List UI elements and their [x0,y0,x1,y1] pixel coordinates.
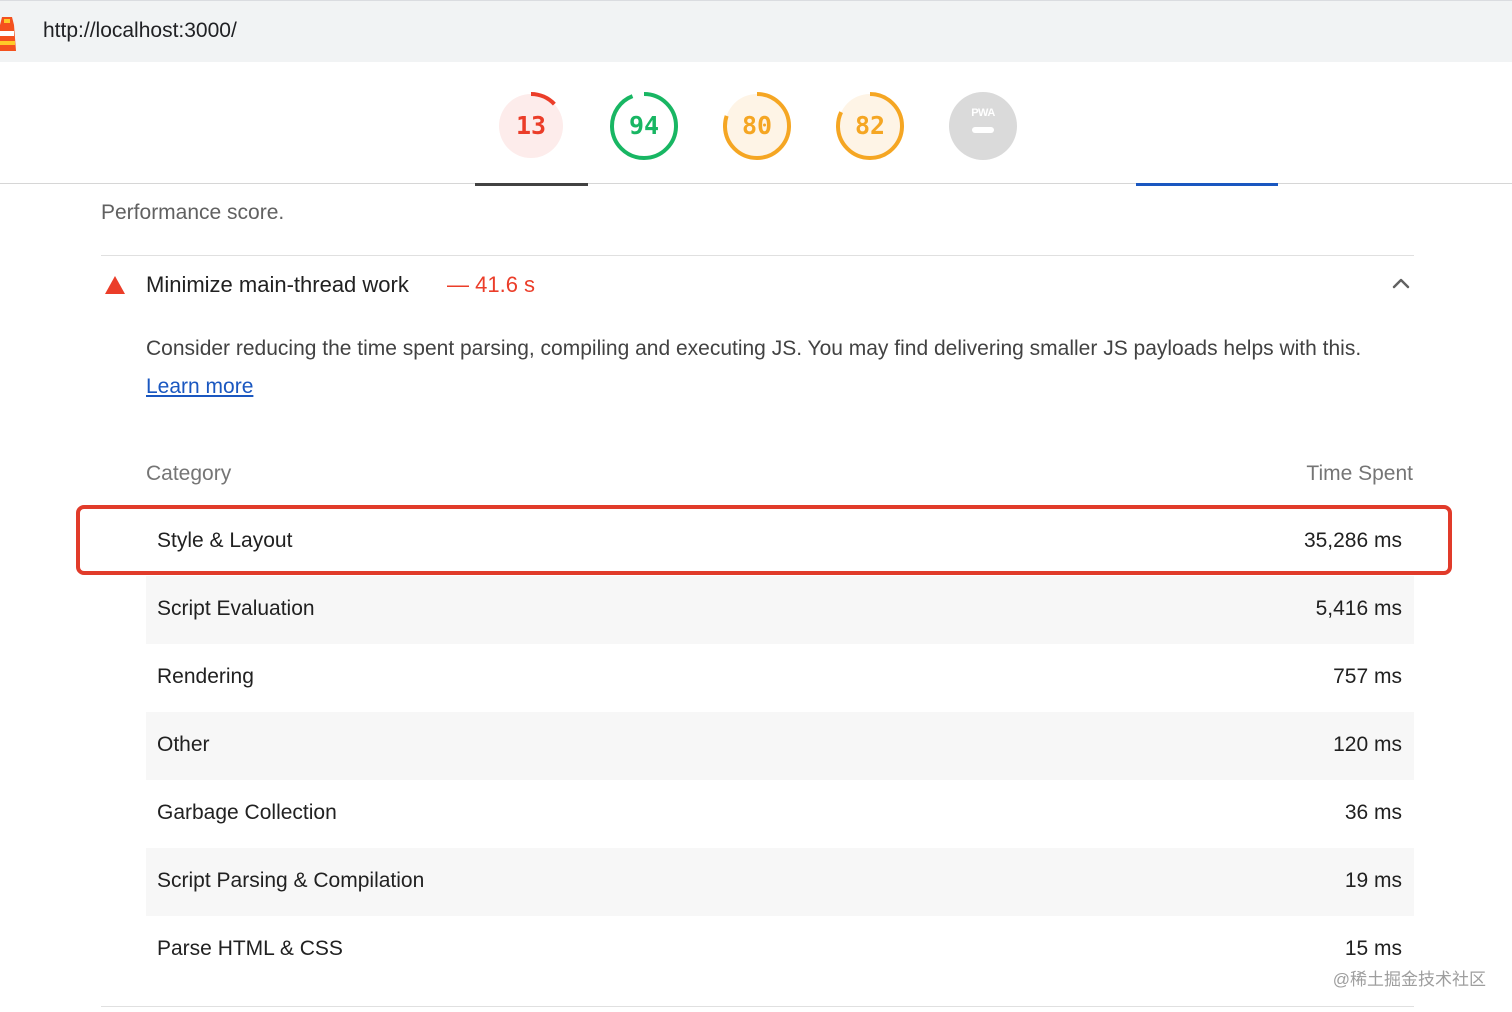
chevron-up-icon[interactable] [1391,276,1411,290]
gauge-accessibility[interactable]: 94 [608,90,680,162]
fail-triangle-icon [105,276,125,294]
audit-description: Consider reducing the time spent parsing… [146,330,1406,406]
gauge-performance-value: 13 [515,111,547,140]
gauge-seo[interactable]: 82 [834,90,906,162]
row-category: Rendering [157,665,254,688]
table-row: Garbage Collection 36 ms [146,780,1414,848]
divider [101,255,1414,256]
table-row: Script Evaluation 5,416 ms [146,576,1414,644]
score-gauges: 13 94 80 82 PWA [0,62,1512,184]
row-category: Parse HTML & CSS [157,937,343,960]
gauge-seo-value: 82 [854,111,886,140]
audit-header[interactable]: Minimize main-thread work — 41.6 s [101,268,1414,302]
row-category: Script Evaluation [157,597,315,620]
learn-more-link[interactable]: Learn more [146,375,253,398]
table-header: Category Time Spent [146,462,1414,492]
gauge-accessibility-value: 94 [628,111,660,140]
table-row: Script Parsing & Compilation 19 ms [146,848,1414,916]
lighthouse-icon [0,17,16,51]
divider [101,1006,1414,1007]
gauge-pwa[interactable]: PWA [947,90,1019,162]
row-time: 757 ms [1333,665,1402,688]
table-row: Rendering 757 ms [146,644,1414,712]
row-time: 15 ms [1344,937,1402,960]
watermark: @稀土掘金技术社区 [1332,970,1486,989]
column-header-category: Category [146,462,232,485]
clipped-text-fragment [475,183,588,186]
highlight-annotation-box [76,505,1452,575]
pwa-dash-icon [972,127,994,133]
row-time: 36 ms [1344,801,1402,824]
gauge-best-practices[interactable]: 80 [721,90,793,162]
row-time: 120 ms [1333,733,1402,756]
audit-display-value: — 41.6 s [447,272,536,297]
audit-title: Minimize main-thread work [146,272,409,297]
clipped-link-fragment [1136,183,1278,186]
pwa-badge-icon [949,92,1017,160]
table-row: Parse HTML & CSS 15 ms [146,916,1414,984]
performance-note: Performance score. [101,201,285,224]
url-text[interactable]: http://localhost:3000/ [43,19,237,43]
row-category: Other [157,733,210,756]
row-category: Script Parsing & Compilation [157,869,425,892]
row-time: 5,416 ms [1315,597,1402,620]
row-time: 19 ms [1344,869,1402,892]
table-row: Other 120 ms [146,712,1414,780]
breakdown-table: Style & Layout 35,286 ms Script Evaluati… [146,508,1414,984]
address-bar: http://localhost:3000/ [0,0,1512,62]
column-header-time: Time Spent [1306,462,1413,485]
gauge-best-practices-value: 80 [741,111,773,140]
audit-description-text: Consider reducing the time spent parsing… [146,337,1362,360]
row-category: Garbage Collection [157,801,337,824]
pwa-label: PWA [971,107,995,119]
gauge-performance[interactable]: 13 [495,90,567,162]
